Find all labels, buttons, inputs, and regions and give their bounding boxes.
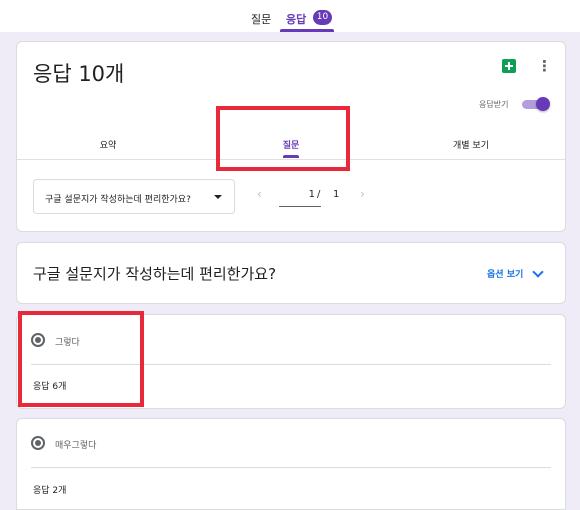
subtab-individual[interactable]: 개별 보기 [431,138,511,151]
answer-divider [31,467,551,468]
answer-card: 매우그렇다 응답 2개 [16,418,566,510]
chevron-left-icon[interactable]: ‹ [257,187,262,201]
highlight-box [216,106,350,171]
radio-icon [31,436,45,450]
sheets-icon[interactable] [502,59,516,73]
question-card: 구글 설문지가 작성하는데 편리한가요? 옵션 보기 [16,242,566,304]
accepting-responses-label: 응답받기 [479,100,509,109]
more-vert-icon[interactable]: ⋮ [537,56,552,76]
answer-count: 응답 2개 [33,486,67,496]
question-select[interactable]: 구글 설문지가 작성하는데 편리한가요? [33,179,235,214]
highlight-box [18,311,144,407]
tab-questions[interactable]: 질문 [251,11,271,27]
chevron-right-icon[interactable]: › [360,187,365,201]
responses-count-badge: 10 [313,10,332,25]
subtab-summary[interactable]: 요약 [68,138,148,151]
options-view-button[interactable]: 옵션 보기 [487,267,523,280]
page-separator: / [317,189,321,200]
accepting-responses-toggle[interactable] [522,97,550,111]
tab-responses[interactable]: 응답 [286,11,306,27]
active-tab-indicator [280,29,334,32]
page-total: 1 [333,189,340,200]
toggle-thumb [536,97,550,111]
question-select-value: 구글 설문지가 작성하는데 편리한가요? [45,195,191,205]
page-number-input[interactable]: 1 [279,183,321,207]
arrow-drop-down-icon [214,195,222,199]
answer-option-label: 매우그렇다 [55,441,97,451]
chevron-down-icon[interactable] [532,266,544,278]
question-title: 구글 설문지가 작성하는데 편리한가요? [33,265,277,283]
top-nav: 질문 응답 10 [0,0,580,32]
responses-title: 응답 10개 [33,62,125,86]
